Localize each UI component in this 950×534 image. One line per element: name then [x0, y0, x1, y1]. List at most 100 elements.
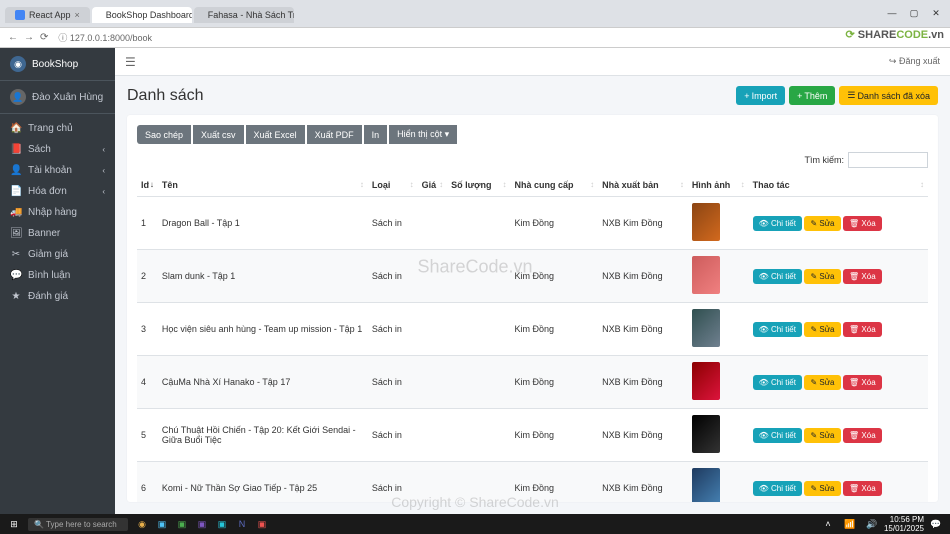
data-table: Id↑↓ Tên↕ Loại↕ Giá↕ Số lượng↕ Nhà cung … — [137, 174, 928, 502]
logout-link[interactable]: ↪ Đăng xuất — [889, 56, 940, 67]
delete-button[interactable]: 🗑 Xóa — [843, 322, 882, 337]
cell-type: Sách in — [368, 197, 418, 250]
cell-publisher: NXB Kim Đồng — [598, 462, 688, 503]
taskbar-app-icon[interactable]: ▣ — [254, 516, 270, 532]
sidebar-item[interactable]: 🏠Trang chủ — [0, 118, 115, 139]
wifi-icon[interactable]: 📶 — [842, 516, 858, 532]
reload-button[interactable]: ⟳ — [40, 32, 48, 43]
url-input[interactable]: ⓘ 127.0.0.1:8000/book — [58, 31, 152, 44]
search-label: Tìm kiếm: — [805, 155, 845, 165]
export-pdf-button[interactable]: Xuất PDF — [307, 125, 362, 144]
export-excel-button[interactable]: Xuất Excel — [246, 125, 305, 144]
maximize-button[interactable]: ▢ — [904, 8, 924, 19]
sidebar-item[interactable]: 👤Tài khoản‹ — [0, 160, 115, 181]
taskbar-app-icon[interactable]: ◉ — [134, 516, 150, 532]
cell-image — [688, 303, 749, 356]
cell-id: 5 — [137, 409, 158, 462]
nav-label: Bình luận — [28, 270, 70, 281]
sidebar: ◉ BookShop 👤 Đào Xuân Hùng 🏠Trang chủ📕Sá… — [0, 48, 115, 514]
cell-actions: 👁 Chi tiết ✎ Sửa 🗑 Xóa — [749, 462, 928, 503]
volume-icon[interactable]: 🔊 — [864, 516, 880, 532]
start-button[interactable]: ⊞ — [6, 516, 22, 532]
columns-dropdown[interactable]: Hiển thị cột — [389, 125, 457, 144]
cell-type: Sách in — [368, 356, 418, 409]
col-type[interactable]: Loại↕ — [368, 174, 418, 197]
sidebar-item[interactable]: ✂Giảm giá — [0, 244, 115, 265]
chevron-left-icon: ‹ — [102, 145, 105, 154]
cell-supplier: Kim Đồng — [510, 303, 598, 356]
detail-button[interactable]: 👁 Chi tiết — [753, 481, 802, 496]
delete-button[interactable]: 🗑 Xóa — [843, 481, 882, 496]
delete-button[interactable]: 🗑 Xóa — [843, 269, 882, 284]
col-supplier[interactable]: Nhà cung cấp↕ — [510, 174, 598, 197]
edit-button[interactable]: ✎ Sửa — [804, 428, 840, 443]
taskbar-search[interactable]: 🔍 Type here to search — [28, 518, 128, 531]
browser-tab[interactable]: React App× — [5, 7, 90, 23]
col-actions[interactable]: Thao tác↕ — [749, 174, 928, 197]
edit-button[interactable]: ✎ Sửa — [804, 269, 840, 284]
sidebar-item[interactable]: 📕Sách‹ — [0, 139, 115, 160]
close-window-button[interactable]: ✕ — [926, 8, 946, 19]
cell-type: Sách in — [368, 303, 418, 356]
edit-button[interactable]: ✎ Sửa — [804, 322, 840, 337]
export-csv-button[interactable]: Xuất csv — [193, 125, 244, 144]
col-publisher[interactable]: Nhà xuất bản↕ — [598, 174, 688, 197]
tray-chevron-icon[interactable]: ˄ — [820, 516, 836, 532]
sidebar-item[interactable]: 🖼Banner — [0, 223, 115, 244]
browser-tab[interactable]: Fahasa - Nhà Sách Trực Tuyến× — [194, 7, 294, 23]
import-button[interactable]: + Import — [736, 86, 785, 105]
cell-name: Slam dunk - Tập 1 — [158, 250, 368, 303]
delete-button[interactable]: 🗑 Xóa — [843, 428, 882, 443]
taskbar-app-icon[interactable]: N — [234, 516, 250, 532]
edit-button[interactable]: ✎ Sửa — [804, 481, 840, 496]
edit-button[interactable]: ✎ Sửa — [804, 216, 840, 231]
sidebar-item[interactable]: 🚚Nhập hàng — [0, 202, 115, 223]
taskbar-date[interactable]: 15/01/2025 — [884, 524, 924, 533]
user-panel[interactable]: 👤 Đào Xuân Hùng — [0, 81, 115, 114]
delete-button[interactable]: 🗑 Xóa — [843, 375, 882, 390]
col-image[interactable]: Hình ảnh↕ — [688, 174, 749, 197]
browser-tab-active[interactable]: BookShop Dashboard× — [92, 7, 192, 23]
minimize-button[interactable]: — — [882, 8, 902, 19]
close-icon[interactable]: × — [75, 10, 80, 20]
taskbar-app-icon[interactable]: ▣ — [194, 516, 210, 532]
col-name[interactable]: Tên↕ — [158, 174, 368, 197]
edit-button[interactable]: ✎ Sửa — [804, 375, 840, 390]
book-thumbnail — [692, 362, 720, 400]
page-title: Danh sách — [127, 87, 204, 105]
cell-supplier: Kim Đồng — [510, 356, 598, 409]
sidebar-item[interactable]: 💬Bình luận — [0, 265, 115, 286]
hamburger-icon[interactable]: ☰ — [125, 55, 136, 69]
table-row: 6 Komi - Nữ Thần Sợ Giao Tiếp - Tập 25 S… — [137, 462, 928, 503]
deleted-list-button[interactable]: ☰ Danh sách đã xóa — [839, 86, 938, 105]
search-input[interactable] — [848, 152, 928, 168]
col-id[interactable]: Id↑↓ — [137, 174, 158, 197]
react-icon — [15, 10, 25, 20]
taskbar-app-icon[interactable]: ▣ — [214, 516, 230, 532]
detail-button[interactable]: 👁 Chi tiết — [753, 216, 802, 231]
main-content: ☰ ↪ Đăng xuất Danh sách + Import + Thêm … — [115, 48, 950, 514]
copy-button[interactable]: Sao chép — [137, 125, 191, 144]
detail-button[interactable]: 👁 Chi tiết — [753, 428, 802, 443]
delete-button[interactable]: 🗑 Xóa — [843, 216, 882, 231]
notifications-icon[interactable]: 💬 — [928, 516, 944, 532]
detail-button[interactable]: 👁 Chi tiết — [753, 322, 802, 337]
add-button[interactable]: + Thêm — [789, 86, 835, 105]
brand[interactable]: ◉ BookShop — [0, 48, 115, 81]
cell-image — [688, 356, 749, 409]
sidebar-item[interactable]: ★Đánh giá — [0, 286, 115, 307]
back-button[interactable]: ← — [8, 32, 18, 43]
cell-id: 4 — [137, 356, 158, 409]
detail-button[interactable]: 👁 Chi tiết — [753, 375, 802, 390]
taskbar-app-icon[interactable]: ▣ — [174, 516, 190, 532]
nav-label: Trang chủ — [28, 123, 73, 134]
table-row: 3 Học viện siêu anh hùng - Team up missi… — [137, 303, 928, 356]
detail-button[interactable]: 👁 Chi tiết — [753, 269, 802, 284]
col-price[interactable]: Giá↕ — [418, 174, 447, 197]
sidebar-item[interactable]: 📄Hóa đơn‹ — [0, 181, 115, 202]
col-qty[interactable]: Số lượng↕ — [447, 174, 510, 197]
taskbar-app-icon[interactable]: ▣ — [154, 516, 170, 532]
forward-button[interactable]: → — [24, 32, 34, 43]
print-button[interactable]: In — [364, 125, 388, 144]
taskbar-time[interactable]: 10:56 PM — [884, 515, 924, 524]
